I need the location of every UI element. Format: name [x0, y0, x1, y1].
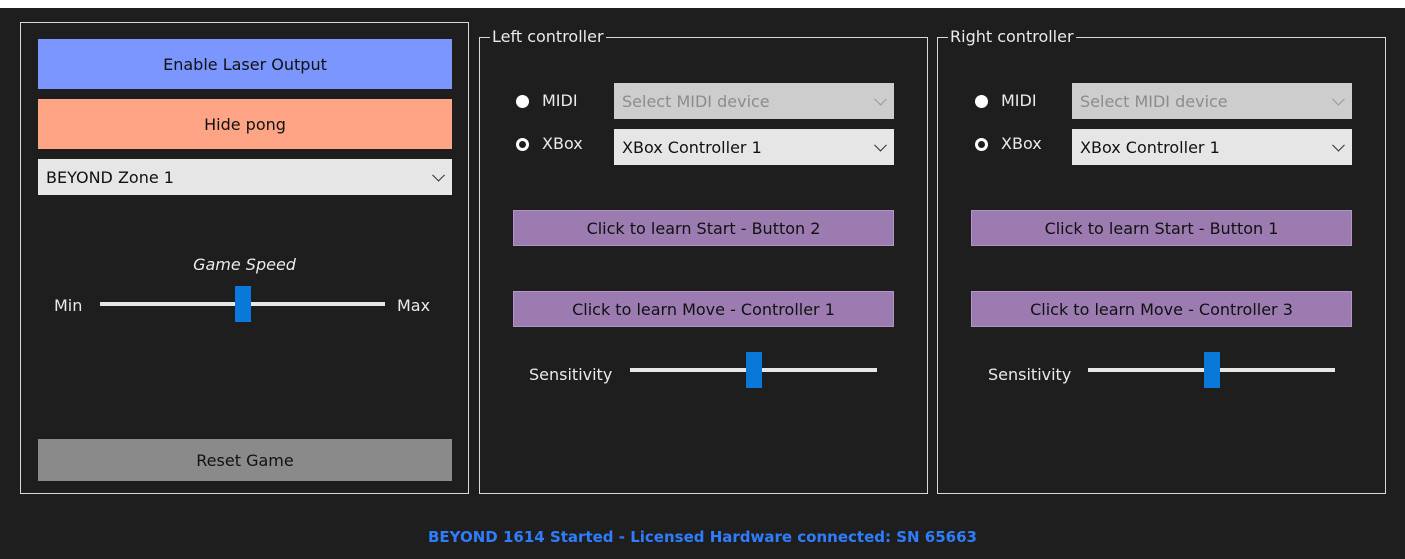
- chevron-down-icon: [874, 138, 887, 152]
- left-xbox-select-value: XBox Controller 1: [622, 137, 762, 157]
- enable-laser-output-button[interactable]: Enable Laser Output: [38, 39, 452, 89]
- reset-game-button[interactable]: Reset Game: [38, 439, 452, 481]
- left-midi-select-placeholder: Select MIDI device: [622, 91, 770, 111]
- chevron-down-icon: [1332, 138, 1345, 152]
- left-xbox-controller-select[interactable]: XBox Controller 1: [614, 129, 894, 165]
- hide-pong-button[interactable]: Hide pong: [38, 99, 452, 149]
- left-controller-title: Left controller: [490, 27, 606, 47]
- left-midi-device-select[interactable]: Select MIDI device: [614, 83, 894, 119]
- chevron-down-icon: [874, 92, 887, 106]
- left-midi-label: MIDI: [542, 91, 578, 110]
- status-bar-text: BEYOND 1614 Started - Licensed Hardware …: [428, 528, 977, 546]
- speed-max-label: Max: [397, 296, 431, 315]
- window-top-edge: [0, 0, 1405, 8]
- right-controller-group: Right controller MIDI Select MIDI device…: [937, 27, 1386, 494]
- right-xbox-radio[interactable]: [975, 138, 988, 151]
- zone-select[interactable]: BEYOND Zone 1: [38, 159, 452, 195]
- right-midi-device-select[interactable]: Select MIDI device: [1072, 83, 1352, 119]
- right-learn-move-button[interactable]: Click to learn Move - Controller 3: [971, 291, 1352, 327]
- right-sensitivity-slider-thumb[interactable]: [1203, 352, 1220, 388]
- right-xbox-controller-select[interactable]: XBox Controller 1: [1072, 129, 1352, 165]
- right-sensitivity-label: Sensitivity: [988, 365, 1072, 384]
- right-midi-select-placeholder: Select MIDI device: [1080, 91, 1228, 111]
- chevron-down-icon: [1332, 92, 1345, 106]
- right-midi-label: MIDI: [1001, 91, 1037, 110]
- right-xbox-label: XBox: [1001, 134, 1042, 153]
- right-controller-title: Right controller: [948, 27, 1076, 47]
- left-learn-start-button[interactable]: Click to learn Start - Button 2: [513, 210, 894, 246]
- left-controller-group: Left controller MIDI Select MIDI device …: [479, 27, 928, 494]
- left-sensitivity-label: Sensitivity: [529, 365, 613, 384]
- left-midi-radio[interactable]: [516, 95, 529, 108]
- game-speed-title: Game Speed: [193, 255, 296, 274]
- speed-min-label: Min: [54, 296, 83, 315]
- right-xbox-select-value: XBox Controller 1: [1080, 137, 1220, 157]
- game-panel: Enable Laser Output Hide pong BEYOND Zon…: [20, 22, 469, 494]
- left-xbox-radio[interactable]: [516, 138, 529, 151]
- right-learn-start-button[interactable]: Click to learn Start - Button 1: [971, 210, 1352, 246]
- game-speed-slider-thumb[interactable]: [234, 286, 251, 322]
- left-xbox-label: XBox: [542, 134, 583, 153]
- right-midi-radio[interactable]: [975, 95, 988, 108]
- zone-select-value: BEYOND Zone 1: [46, 167, 174, 187]
- left-learn-move-button[interactable]: Click to learn Move - Controller 1: [513, 291, 894, 327]
- left-sensitivity-slider-thumb[interactable]: [745, 352, 762, 388]
- chevron-down-icon: [432, 168, 445, 182]
